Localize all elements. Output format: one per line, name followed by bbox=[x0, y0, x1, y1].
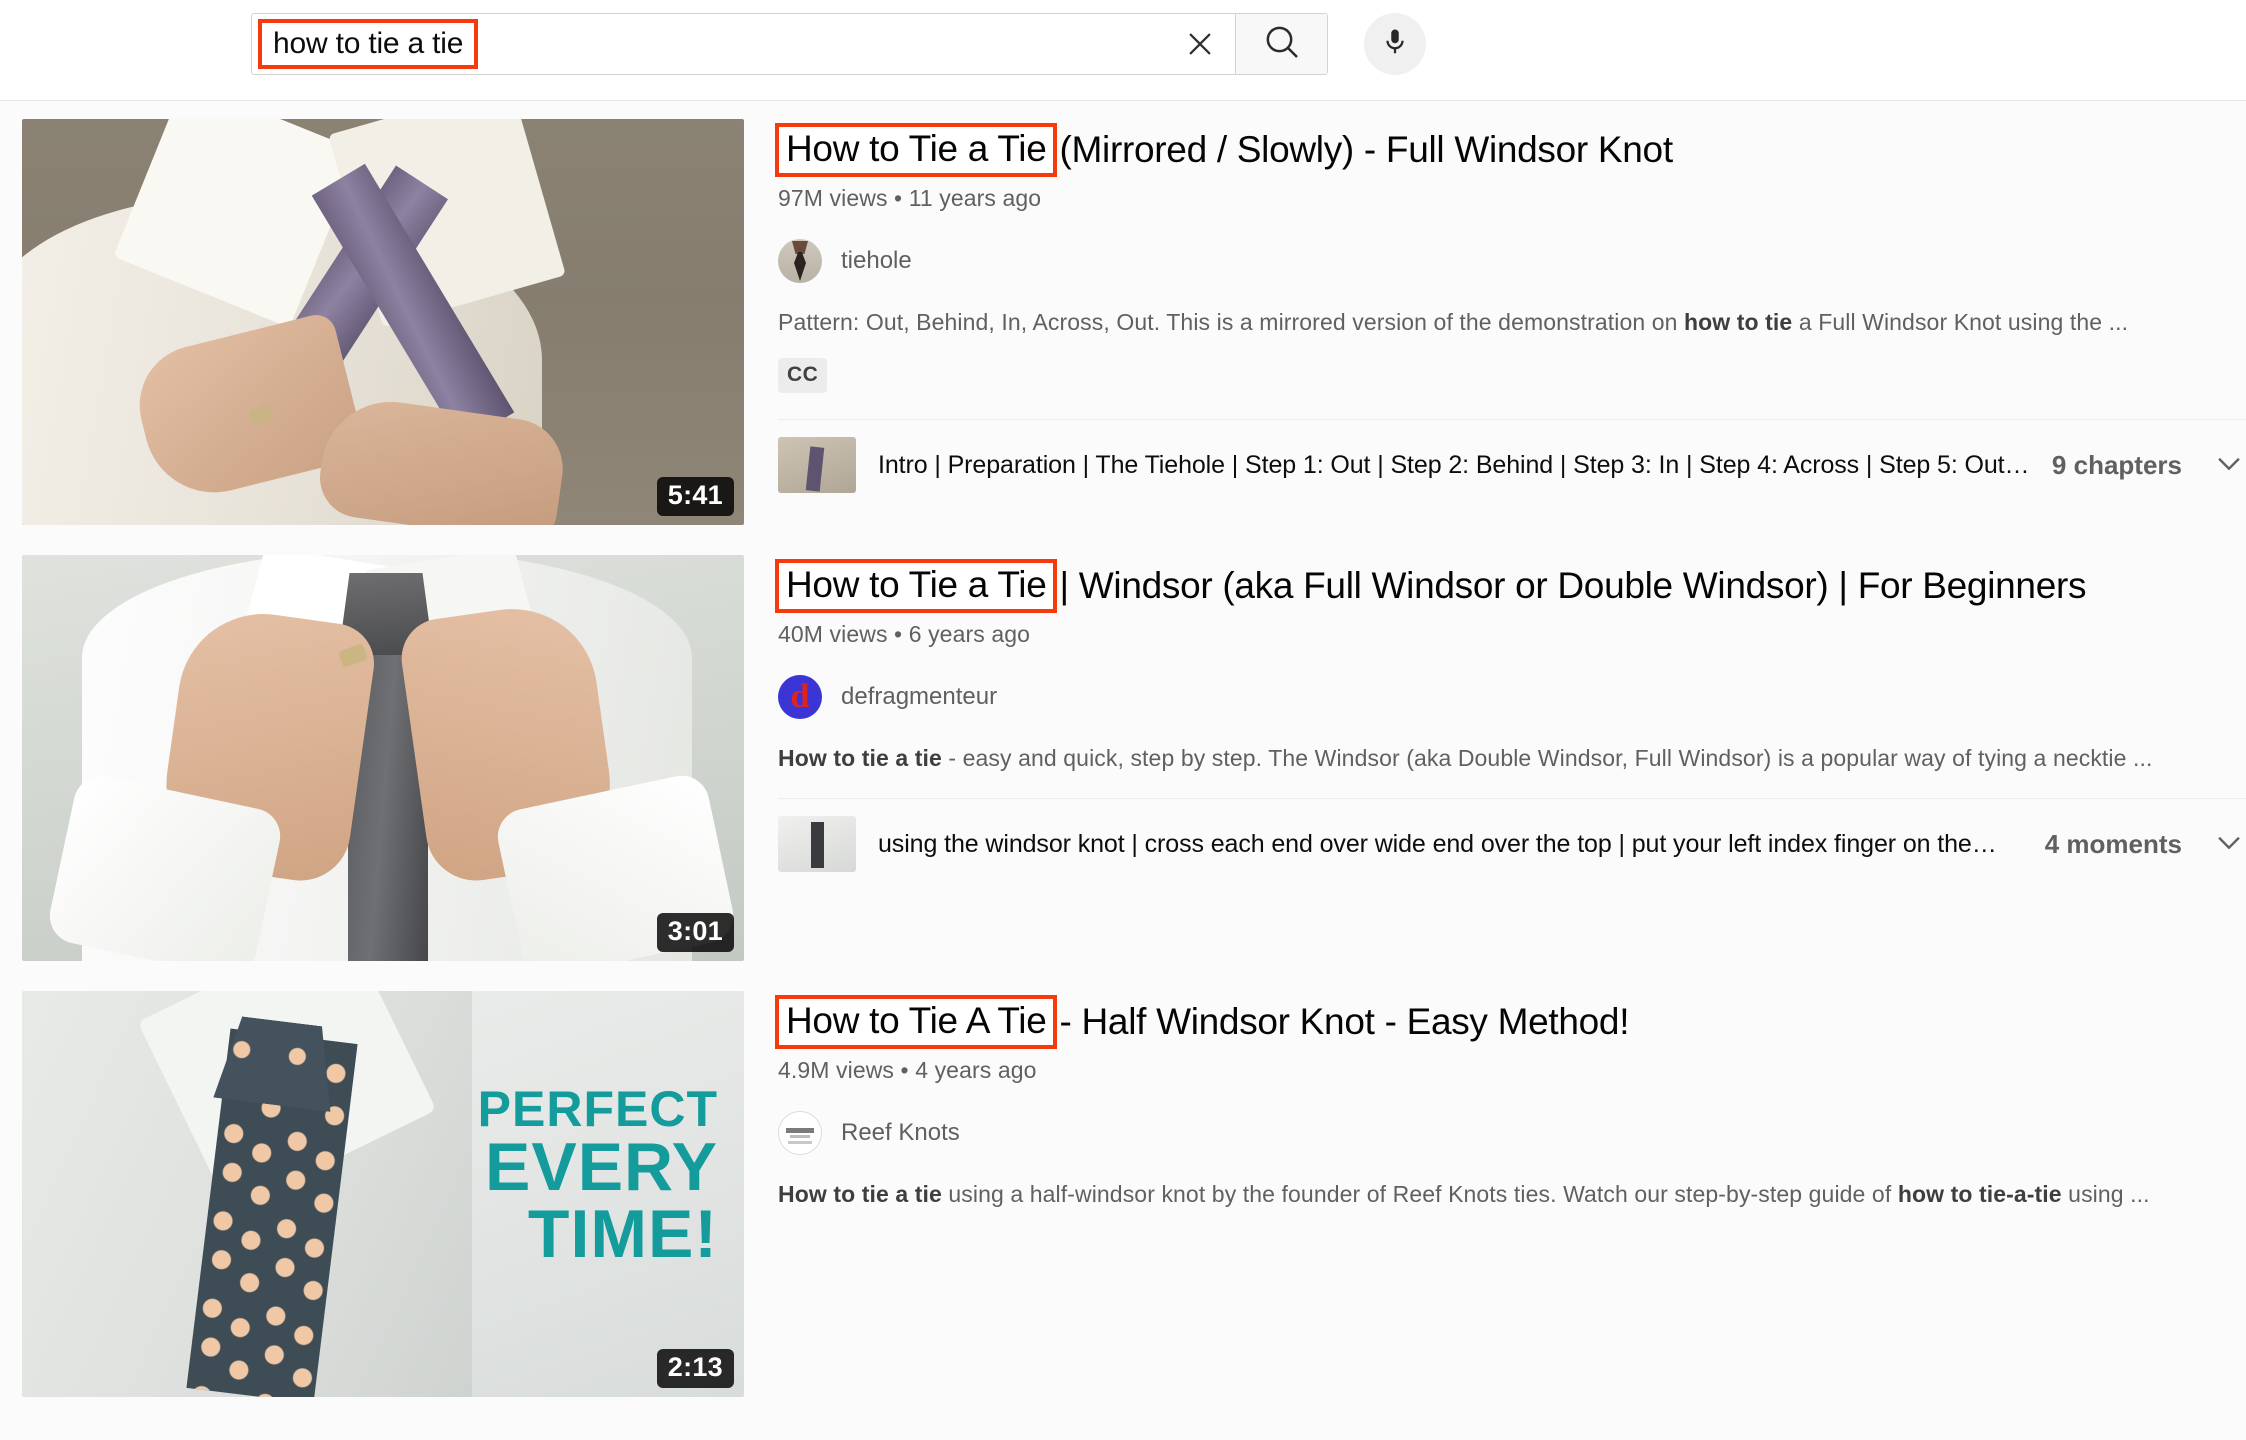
voice-search-button[interactable] bbox=[1364, 13, 1426, 75]
result-info: How to Tie A Tie - Half Windsor Knot - E… bbox=[744, 991, 2246, 1397]
description-text: a Full Windsor Knot using the ... bbox=[1792, 309, 2129, 335]
thumbnail-text-line-1: PERFECT bbox=[477, 1081, 718, 1137]
video-age: 11 years ago bbox=[908, 185, 1042, 211]
tiehole-avatar bbox=[778, 239, 822, 283]
description-text: using a half-windsor knot by the founder… bbox=[941, 1181, 1898, 1207]
video-thumbnail[interactable]: PERFECT EVERY TIME! 2:13 bbox=[22, 991, 744, 1397]
video-thumbnail[interactable]: 5:41 bbox=[22, 119, 744, 525]
search-input[interactable]: how to tie a tie bbox=[273, 27, 463, 61]
video-title-remainder: | Windsor (aka Full Windsor or Double Wi… bbox=[1059, 565, 2087, 606]
chevron-down-icon[interactable] bbox=[2212, 446, 2246, 485]
video-title-remainder: (Mirrored / Slowly) - Full Windsor Knot bbox=[1059, 129, 1674, 170]
metadata-separator: • bbox=[900, 1057, 909, 1083]
description-bold-term: How to tie a tie bbox=[778, 1181, 942, 1207]
channel-name: defragmenteur bbox=[841, 683, 998, 710]
chapters-count-label: 9 chapters bbox=[2051, 449, 2182, 480]
description-bold-term-2: how to tie-a-tie bbox=[1897, 1181, 2062, 1207]
channel-link[interactable]: Reef Knots bbox=[778, 1111, 2246, 1155]
reef-knots-avatar bbox=[778, 1111, 822, 1155]
chevron-down-icon[interactable] bbox=[2212, 825, 2246, 864]
video-thumbnail[interactable]: 3:01 bbox=[22, 555, 744, 961]
result-info: How to Tie a Tie (Mirrored / Slowly) - F… bbox=[744, 119, 2246, 525]
view-count: 40M views bbox=[778, 621, 888, 647]
search-result-item: PERFECT EVERY TIME! 2:13 How to Tie A Ti… bbox=[0, 991, 2246, 1397]
thumbnail-text-line-3: TIME! bbox=[527, 1195, 718, 1272]
description-bold-term: how to tie bbox=[1684, 309, 1793, 335]
defragmenteur-avatar: d bbox=[778, 675, 822, 719]
magnifier-search-icon bbox=[1262, 22, 1302, 67]
view-count: 97M views bbox=[778, 185, 888, 211]
view-count: 4.9M views bbox=[778, 1057, 895, 1083]
video-title-link[interactable]: How to Tie a Tie | Windsor (aka Full Win… bbox=[775, 559, 2246, 613]
video-age: 4 years ago bbox=[915, 1057, 1037, 1083]
status-badge-cc: CC bbox=[778, 358, 828, 393]
chapters-row[interactable]: Intro | Preparation | The Tiehole | Step… bbox=[778, 419, 2246, 493]
video-description: Pattern: Out, Behind, In, Across, Out. T… bbox=[778, 309, 2246, 336]
description-text: using ... bbox=[2061, 1181, 2150, 1207]
search-bar-region: how to tie a tie bbox=[0, 0, 2246, 101]
thumbnail-text-line-2: EVERY bbox=[484, 1129, 718, 1205]
close-x-icon bbox=[1183, 27, 1217, 61]
video-duration-badge: 5:41 bbox=[656, 477, 734, 516]
description-bold-term: How to tie a tie bbox=[778, 745, 942, 771]
channel-name: Reef Knots bbox=[841, 1119, 960, 1146]
channel-link[interactable]: d defragmenteur bbox=[778, 675, 2246, 719]
video-metadata: 4.9M views • 4 years ago bbox=[778, 1057, 2246, 1084]
video-age: 6 years ago bbox=[908, 621, 1030, 647]
chapter-list-text: using the windsor knot | cross each end … bbox=[878, 829, 1997, 858]
video-title-link[interactable]: How to Tie A Tie - Half Windsor Knot - E… bbox=[775, 995, 2246, 1049]
video-metadata: 40M views • 6 years ago bbox=[778, 621, 2246, 648]
search-results-list: 5:41 How to Tie a Tie (Mirrored / Slowly… bbox=[0, 101, 2246, 1440]
video-duration-badge: 2:13 bbox=[656, 1349, 734, 1388]
search-input-wrapper[interactable]: how to tie a tie bbox=[252, 14, 1165, 74]
video-description: How to tie a tie using a half-windsor kn… bbox=[778, 1181, 2246, 1208]
search-result-item: 3:01 How to Tie a Tie | Windsor (aka Ful… bbox=[0, 555, 2246, 961]
thumbnail-overlay-text: PERFECT EVERY TIME! bbox=[477, 1081, 718, 1272]
video-title-highlighted-part: How to Tie a Tie bbox=[775, 123, 1057, 177]
description-text: Pattern: Out, Behind, In, Across, Out. T… bbox=[778, 309, 1684, 335]
clear-search-button[interactable] bbox=[1165, 14, 1235, 74]
video-title-link[interactable]: How to Tie a Tie (Mirrored / Slowly) - F… bbox=[775, 123, 2246, 177]
search-query-highlight: how to tie a tie bbox=[258, 19, 479, 69]
video-metadata: 97M views • 11 years ago bbox=[778, 185, 2246, 212]
video-title-highlighted-part: How to Tie A Tie bbox=[775, 995, 1057, 1049]
channel-link[interactable]: tiehole bbox=[778, 239, 2246, 283]
moments-count-label: 4 moments bbox=[2044, 828, 2182, 859]
microphone-icon bbox=[1380, 27, 1410, 62]
result-info: How to Tie a Tie | Windsor (aka Full Win… bbox=[744, 555, 2246, 961]
channel-name: tiehole bbox=[841, 247, 912, 274]
chapter-list-text: Intro | Preparation | The Tiehole | Step… bbox=[878, 450, 2030, 479]
chapter-thumbnail bbox=[778, 816, 856, 872]
video-title-highlighted-part: How to Tie a Tie bbox=[775, 559, 1057, 613]
search-box[interactable]: how to tie a tie bbox=[251, 13, 1328, 75]
video-duration-badge: 3:01 bbox=[656, 913, 734, 952]
chapter-thumbnail bbox=[778, 437, 856, 493]
chapters-row[interactable]: using the windsor knot | cross each end … bbox=[778, 798, 2246, 872]
search-result-item: 5:41 How to Tie a Tie (Mirrored / Slowly… bbox=[0, 119, 2246, 525]
video-description: How to tie a tie - easy and quick, step … bbox=[778, 745, 2246, 772]
metadata-separator: • bbox=[894, 185, 903, 211]
search-submit-button[interactable] bbox=[1235, 14, 1327, 74]
description-text: - easy and quick, step by step. The Wind… bbox=[941, 745, 2153, 771]
metadata-separator: • bbox=[894, 621, 903, 647]
video-title-remainder: - Half Windsor Knot - Easy Method! bbox=[1059, 1001, 1630, 1042]
